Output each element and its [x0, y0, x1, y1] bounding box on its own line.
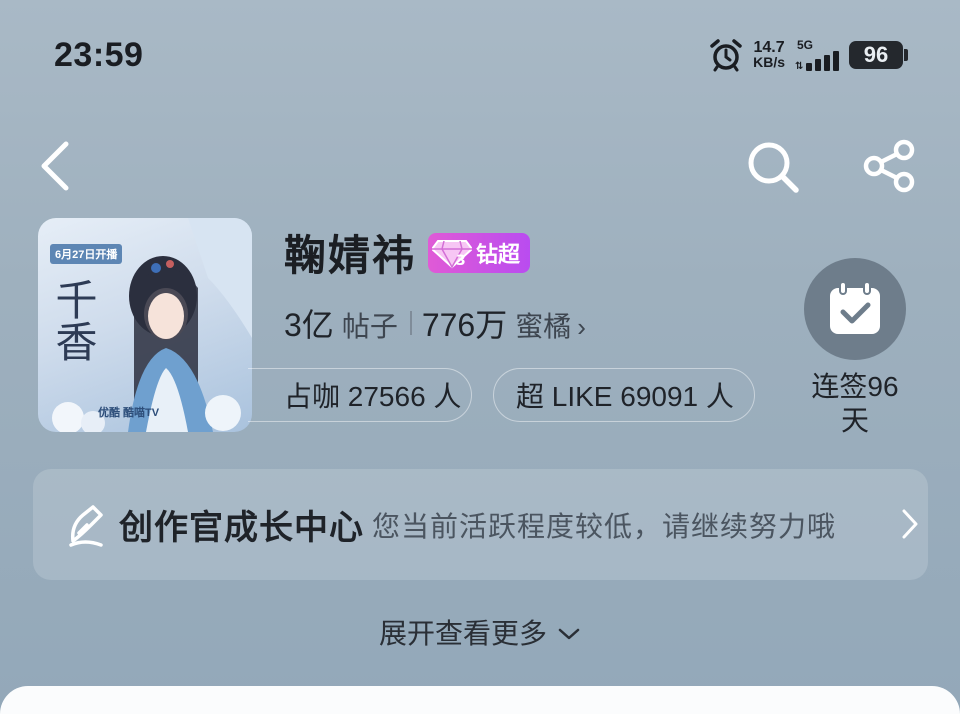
network-type: 5G [797, 38, 814, 52]
posts-count: 3亿 [284, 307, 334, 343]
net-speed-unit: KB/s [753, 54, 785, 70]
share-button[interactable] [860, 138, 920, 194]
signal-bar [824, 55, 830, 71]
net-speed-value: 14.7 [753, 39, 785, 56]
badge-label: 钻超 [476, 241, 521, 267]
alarm-icon [709, 38, 743, 72]
battery-tip [904, 49, 908, 61]
forum-stats[interactable]: 3亿 帖子 776万 蜜橘 › [284, 300, 586, 346]
expand-more-label: 展开查看更多 [378, 618, 547, 649]
stats-divider [409, 311, 412, 335]
signal-indicator: 5G ⇅ [795, 38, 839, 72]
net-speed: 14.7 KB/s [753, 40, 785, 70]
creator-center-title: 创作官成长中心 [119, 509, 364, 547]
chevron-down-icon [558, 628, 580, 640]
checkin-count-pill[interactable]: 占咖 27566 人 [248, 368, 472, 422]
badge-level-number: 3 [456, 253, 466, 269]
signal-bar [833, 51, 839, 71]
chevron-right-icon [902, 509, 918, 539]
calendar-check-icon [830, 281, 880, 334]
chevron-right-icon: › [577, 312, 586, 342]
search-button[interactable] [744, 138, 802, 196]
creator-center-subtitle: 您当前活跃程度较低，请继续努力哦 [372, 510, 837, 542]
content-panel [0, 686, 960, 714]
forum-title-row: 鞠婧祎 3 钻超 [284, 222, 531, 283]
search-icon [748, 142, 799, 193]
super-like-pill[interactable]: 超 LIKE 69091 人 [493, 368, 755, 422]
signal-bar [815, 59, 821, 71]
signal-bar [806, 63, 812, 71]
posts-label: 帖子 [341, 311, 398, 342]
battery-level: 96 [849, 41, 903, 69]
creator-pen-icon [69, 504, 103, 547]
super-like-text: 超 LIKE 69091 人 [516, 381, 734, 412]
creator-center-card[interactable]: 创作官成长中心 您当前活跃程度较低，请继续努力哦 [33, 469, 928, 580]
cover-brands: 优酷 酷喵TV [98, 407, 160, 419]
share-icon [863, 139, 915, 193]
battery-indicator: 96 [849, 41, 908, 69]
back-button[interactable] [36, 138, 76, 194]
checkin-streak-label: 连签96天 [811, 371, 899, 436]
level-badge[interactable]: 3 钻超 [428, 232, 531, 273]
status-icons: 14.7 KB/s 5G ⇅ 96 [709, 38, 908, 72]
checkin-button[interactable] [804, 258, 906, 360]
checkin-count-text: 占咖 27566 人 [284, 381, 462, 412]
cover-date-badge: 6月27日开播 [50, 244, 123, 264]
status-time: 23:59 [54, 36, 144, 74]
cover-calligraphy: 千香 [49, 278, 98, 362]
fans-count: 776万 [421, 307, 508, 343]
data-arrows-icon: ⇅ [795, 61, 804, 72]
diamond-icon: 3 [432, 239, 473, 269]
forum-cover-image[interactable]: 6月27日开播 千香 优酷 酷喵TV [38, 218, 252, 432]
forum-title: 鞠婧祎 [284, 232, 417, 279]
back-arrow-icon [41, 141, 69, 191]
expand-more-button[interactable]: 展开查看更多 [0, 612, 960, 652]
fans-label: 蜜橘 [515, 311, 572, 342]
